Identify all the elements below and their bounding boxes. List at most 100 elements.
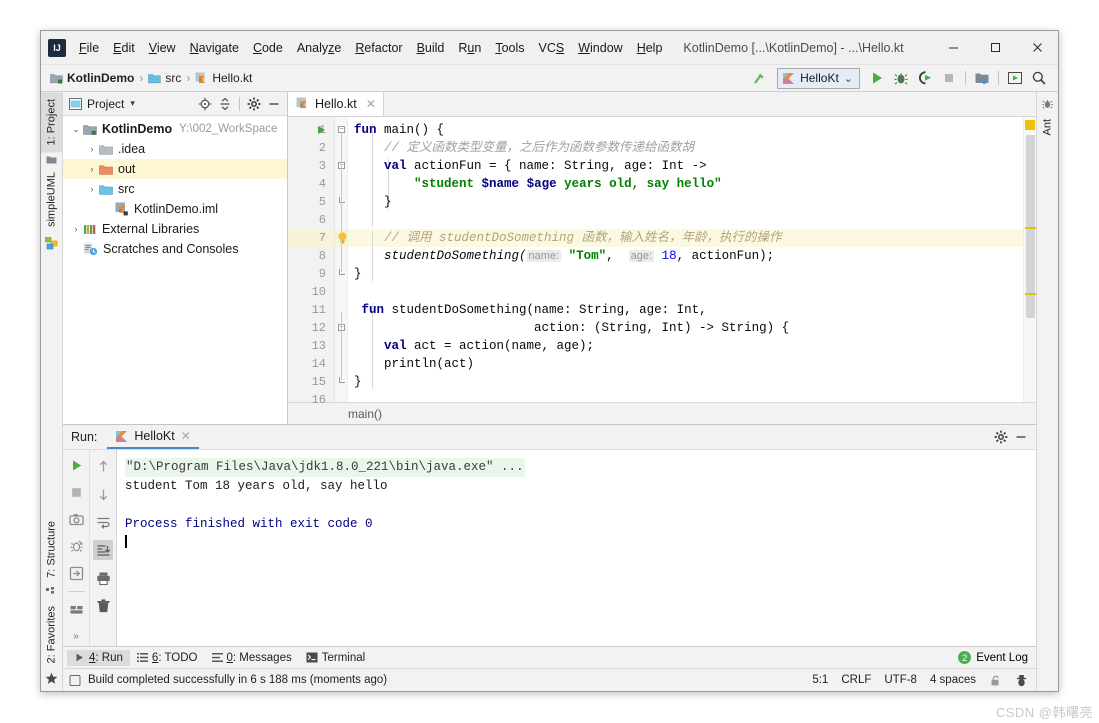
hide-icon[interactable] <box>265 95 283 113</box>
tree-node-scratches-and-consoles[interactable]: Scratches and Consoles <box>63 239 287 259</box>
code-line[interactable]: } <box>354 193 1036 211</box>
editor-breadcrumbs[interactable]: main() <box>288 402 1036 424</box>
indent-setting[interactable]: 4 spaces <box>930 674 976 686</box>
breadcrumb-file[interactable]: Hello.kt <box>192 70 255 86</box>
menu-item-window[interactable]: Window <box>571 38 629 58</box>
tree-node-external-libraries[interactable]: › External Libraries <box>63 219 287 239</box>
update-icon[interactable] <box>1004 68 1026 89</box>
menu-item-view[interactable]: View <box>142 38 183 58</box>
menu-item-build[interactable]: Build <box>410 38 452 58</box>
debug-button[interactable] <box>890 68 912 89</box>
layout-icon[interactable] <box>66 600 86 619</box>
code-line[interactable]: val actionFun = { name: String, age: Int… <box>354 157 1036 175</box>
code-line[interactable]: "student $name $age years old, say hello… <box>354 175 1036 193</box>
inspection-icon[interactable] <box>1015 674 1028 687</box>
chevron-down-icon[interactable]: ⌄ <box>69 124 83 135</box>
tool-window-button-6-todo[interactable]: 6: TODO <box>130 650 205 666</box>
tree-node-idea[interactable]: › .idea <box>63 139 287 159</box>
editor-fold-column[interactable]: −−− <box>335 117 348 402</box>
sidebar-item-project[interactable]: 1: Project <box>41 92 62 153</box>
close-icon[interactable]: ✕ <box>366 97 376 111</box>
tool-window-button-4-run[interactable]: 4: Run <box>67 649 130 666</box>
maximize-button[interactable] <box>974 31 1016 64</box>
close-button[interactable] <box>1016 31 1058 64</box>
code-line[interactable] <box>354 211 1036 229</box>
code-line[interactable]: val act = action(name, age); <box>354 337 1036 355</box>
code-area[interactable]: fun main() { // 定义函数类型变量，之后作为函数参数传递给函数胡 … <box>348 117 1036 402</box>
sidebar-item-simpleuml[interactable]: simpleUML <box>41 165 62 234</box>
run-configuration-selector[interactable]: HelloKt ⌄ <box>777 67 860 89</box>
run-gutter-icon[interactable] <box>318 126 325 134</box>
clear-all-icon[interactable] <box>93 596 113 616</box>
file-encoding[interactable]: UTF-8 <box>884 674 917 686</box>
menu-item-edit[interactable]: Edit <box>106 38 142 58</box>
menu-item-code[interactable]: Code <box>246 38 290 58</box>
editor-scrollbar[interactable] <box>1023 117 1036 402</box>
caret-position[interactable]: 5:1 <box>812 674 828 686</box>
chevron-right-icon[interactable]: › <box>85 144 99 154</box>
code-line[interactable] <box>354 391 1036 402</box>
tree-node-kotlindemo[interactable]: ⌄ KotlinDemo Y:\002_WorkSpace <box>63 119 287 139</box>
collapse-all-icon[interactable] <box>216 95 234 113</box>
run-tab-hellokt[interactable]: HelloKt ✕ <box>107 425 199 449</box>
run-button[interactable] <box>866 68 888 89</box>
menu-item-vcs[interactable]: VCS <box>532 38 572 58</box>
sidebar-item-favorites[interactable]: 2: Favorites <box>41 599 62 670</box>
code-line[interactable] <box>354 283 1036 301</box>
chevron-right-icon[interactable]: › <box>85 184 99 194</box>
more-icon[interactable]: » <box>66 627 86 646</box>
build-icon[interactable] <box>749 68 771 89</box>
print-icon[interactable] <box>93 568 113 588</box>
down-stack-icon[interactable] <box>93 484 113 504</box>
up-stack-icon[interactable] <box>93 456 113 476</box>
chevron-right-icon[interactable]: › <box>85 164 99 174</box>
code-line[interactable]: } <box>354 265 1036 283</box>
code-line[interactable]: println(act) <box>354 355 1036 373</box>
code-line[interactable]: fun studentDoSomething(name: String, age… <box>354 301 1036 319</box>
tool-window-button-terminal[interactable]: Terminal <box>299 650 372 666</box>
menu-item-file[interactable]: File <box>72 38 106 58</box>
breadcrumb-project[interactable]: KotlinDemo <box>47 70 137 86</box>
project-structure-icon[interactable] <box>971 68 993 89</box>
search-everywhere-icon[interactable] <box>1028 68 1050 89</box>
chevron-down-icon[interactable]: ▾ <box>130 98 135 109</box>
tool-window-button-0-messages[interactable]: 0: Messages <box>205 650 299 666</box>
menu-item-analyze[interactable]: Analyze <box>290 38 348 58</box>
soft-wrap-icon[interactable] <box>93 512 113 532</box>
menu-item-run[interactable]: Run <box>451 38 488 58</box>
console-output[interactable]: "D:\Program Files\Java\jdk1.8.0_221\bin\… <box>117 450 1036 646</box>
sidebar-item-structure[interactable]: 7: Structure <box>41 514 62 585</box>
run-with-coverage-button[interactable] <box>914 68 936 89</box>
lock-icon[interactable] <box>989 674 1002 687</box>
menu-item-refactor[interactable]: Refactor <box>348 38 409 58</box>
code-line[interactable]: action: (String, Int) -> String) { <box>354 319 1036 337</box>
editor-gutter[interactable]: 1 2 3 4 5 6 7 8 9 10 11 12 13 14 15 16 <box>288 117 335 407</box>
hide-icon[interactable] <box>1012 428 1030 446</box>
locate-icon[interactable] <box>196 95 214 113</box>
inspection-status-marker[interactable] <box>1025 120 1035 130</box>
settings-icon[interactable] <box>245 95 263 113</box>
code-line[interactable]: // 定义函数类型变量，之后作为函数参数传递给函数胡 <box>354 139 1036 157</box>
event-log-area[interactable]: 2 Event Log <box>958 651 1036 664</box>
dump-threads-icon[interactable] <box>66 510 86 529</box>
code-line[interactable]: studentDoSomething(name: "Tom", age: 18,… <box>354 247 1036 265</box>
tree-node-kotlindemo-iml[interactable]: KotlinDemo.iml <box>63 199 287 219</box>
breadcrumb-src[interactable]: src <box>145 70 184 86</box>
restore-layout-icon[interactable] <box>66 537 86 556</box>
scroll-to-end-icon[interactable] <box>93 540 113 560</box>
code-line[interactable]: // 调用 studentDoSomething 函数，输入姓名，年龄，执行的操… <box>354 229 1036 247</box>
menu-item-tools[interactable]: Tools <box>488 38 531 58</box>
sidebar-item-ant[interactable]: Ant <box>1037 112 1058 143</box>
code-line[interactable]: } <box>354 373 1036 391</box>
tree-node-out[interactable]: › out <box>63 159 287 179</box>
warning-marker-2[interactable] <box>1025 293 1036 295</box>
line-separator[interactable]: CRLF <box>841 674 871 686</box>
export-icon[interactable] <box>66 564 86 583</box>
editor-tab-hello-kt[interactable]: Hello.kt ✕ <box>288 92 384 116</box>
chevron-right-icon[interactable]: › <box>69 224 83 234</box>
close-icon[interactable]: ✕ <box>181 429 191 443</box>
menu-item-navigate[interactable]: Navigate <box>183 38 246 58</box>
project-tree[interactable]: ⌄ KotlinDemo Y:\002_WorkSpace › .idea › out › sr… <box>63 116 287 424</box>
code-line[interactable]: fun main() { <box>354 121 1036 139</box>
minimize-button[interactable] <box>932 31 974 64</box>
